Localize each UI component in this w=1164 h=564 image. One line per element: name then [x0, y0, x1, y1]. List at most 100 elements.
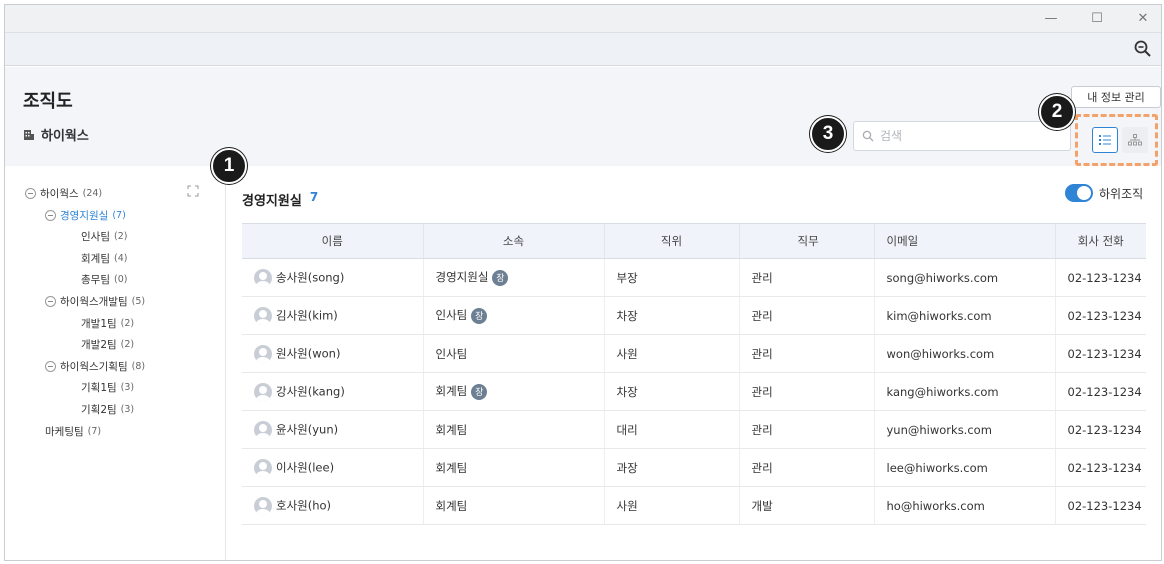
- tree-item[interactable]: 개발1팀 (2): [81, 316, 134, 331]
- cell-phone-text: 02-123-1234: [1067, 346, 1142, 361]
- cell-position-text: 차장: [616, 384, 638, 399]
- zoom-out-icon[interactable]: [1133, 39, 1153, 59]
- cell-name: 이사원(lee): [242, 448, 423, 487]
- tree-item-count: (5): [131, 296, 146, 307]
- tree-item-label: 기획1팀: [81, 382, 117, 395]
- collapse-icon[interactable]: [25, 188, 36, 199]
- cell-email-text: song@hiworks.com: [886, 270, 999, 285]
- cell-name-text: 강사원(kang): [276, 384, 345, 398]
- search-icon: [862, 130, 874, 142]
- cell-position: 부장: [603, 258, 739, 297]
- table-row[interactable]: 호사원(ho) 회계팀 사원 개발 ho@hiworks.com 02-123-1234: [242, 486, 1146, 525]
- my-info-button[interactable]: 내 정보 관리: [1071, 86, 1161, 108]
- dept-heading: 경영지원실 7: [242, 190, 318, 209]
- table-row[interactable]: 강사원(kang) 회계팀 장 차장 관리 kang@hiworks.com 02-123-…: [242, 372, 1146, 411]
- list-view-button[interactable]: [1092, 127, 1118, 153]
- cell-email-text: kang@hiworks.com: [886, 384, 999, 399]
- tree-item[interactable]: 총무팀 (0): [81, 272, 127, 287]
- cell-phone: 02-123-1234: [1054, 486, 1146, 525]
- cell-duty-text: 관리: [751, 460, 773, 475]
- tree-item[interactable]: 경영지원실 (7): [45, 208, 126, 223]
- cell-name: 윤사원(yun): [242, 410, 423, 449]
- table-row[interactable]: 김사원(kim) 인사팀 장 차장 관리 kim@hiworks.com 02-123-12…: [242, 296, 1146, 335]
- cell-email: kang@hiworks.com: [873, 372, 1055, 411]
- search-input[interactable]: [880, 129, 1050, 143]
- tree-item[interactable]: 회계팀 (4): [81, 251, 127, 266]
- cell-phone-text: 02-123-1234: [1067, 498, 1142, 513]
- column-header-duty[interactable]: 직무: [738, 223, 874, 259]
- cell-position: 사원: [603, 334, 739, 373]
- table-row[interactable]: 원사원(won) 인사팀 사원 관리 won@hiworks.com 02-123-123…: [242, 334, 1146, 373]
- app-window: — ☐ ✕ 조직도 하이웍스 내 정보 관리 검색 하이웍스 (24) 경영지원…: [4, 4, 1162, 561]
- column-header-phone[interactable]: 회사 전화: [1054, 223, 1146, 259]
- subdept-toggle[interactable]: 하위조직: [1065, 184, 1143, 202]
- cell-position-text: 대리: [616, 422, 638, 437]
- tree-item[interactable]: 마케팅팀 (7): [45, 424, 101, 439]
- member-table: 이름 소속 직위 직무 이메일 회사 전화 송사원(song) 경영지원실 장 부장 관…: [242, 223, 1146, 525]
- avatar: [254, 382, 272, 401]
- subdept-toggle-switch[interactable]: [1065, 184, 1093, 202]
- column-header-email[interactable]: 이메일: [873, 223, 1055, 259]
- chief-badge: 장: [492, 269, 509, 286]
- company-label: 하이웍스: [41, 129, 89, 144]
- tree-item-label: 기획2팀: [81, 404, 117, 416]
- table-row[interactable]: 송사원(song) 경영지원실 장 부장 관리 song@hiworks.com 02-12…: [242, 258, 1146, 297]
- org-chart-view-button[interactable]: [1122, 127, 1148, 153]
- expand-icon[interactable]: [187, 185, 199, 197]
- cell-dept: 회계팀: [422, 448, 604, 487]
- cell-name: 강사원(kang): [242, 372, 423, 411]
- cell-position-text: 사원: [616, 346, 638, 361]
- tree-item[interactable]: 개발2팀 (2): [81, 337, 134, 352]
- column-header-position[interactable]: 직위: [603, 223, 739, 259]
- cell-phone-text: 02-123-1234: [1067, 460, 1142, 475]
- member-list-panel: 경영지원실 7 하위조직 이름 소속 직위 직무 이메일 회사 전화 송사원(s…: [227, 166, 1161, 560]
- table-row[interactable]: 윤사원(yun) 회계팀 대리 관리 yun@hiworks.com 02-123-123…: [242, 410, 1146, 449]
- tree-item-count: (0): [113, 274, 128, 286]
- cell-position: 대리: [603, 410, 739, 449]
- tree-item-label: 총무팀: [81, 274, 110, 287]
- collapse-icon[interactable]: [45, 360, 56, 372]
- cell-position-text: 사원: [616, 498, 638, 513]
- tree-item-count: (4): [113, 252, 128, 264]
- subdept-toggle-label: 하위조직: [1099, 186, 1144, 201]
- tree-item-label: 하이웍스기획팀: [60, 360, 128, 373]
- callout-badge-1: 1: [211, 148, 247, 184]
- avatar: [254, 268, 272, 287]
- cell-dept-text: 인사팀: [435, 346, 468, 361]
- tree-item[interactable]: 기획1팀 (3): [81, 380, 134, 395]
- cell-dept-text: 회계팀: [435, 422, 468, 437]
- cell-email: yun@hiworks.com: [873, 410, 1055, 449]
- tree-item[interactable]: 기획2팀 (3): [81, 402, 134, 417]
- cell-duty: 관리: [738, 410, 874, 449]
- tree-item[interactable]: 인사팀 (2): [81, 229, 127, 244]
- tree-item[interactable]: 하이웍스개발팀 (5): [45, 294, 145, 309]
- collapse-icon[interactable]: [45, 209, 56, 221]
- cell-phone: 02-123-1234: [1054, 334, 1146, 373]
- cell-position: 차장: [603, 296, 739, 335]
- cell-phone: 02-123-1234: [1054, 258, 1146, 297]
- tree-item-label: 하이웍스개발팀: [60, 296, 128, 308]
- table-row[interactable]: 이사원(lee) 회계팀 과장 관리 lee@hiworks.com 02-123-123…: [242, 448, 1146, 487]
- column-header-name[interactable]: 이름: [242, 223, 423, 259]
- title-bar: — ☐ ✕: [5, 5, 1161, 32]
- column-header-dept[interactable]: 소속: [422, 223, 604, 259]
- minimize-button[interactable]: —: [1031, 5, 1071, 32]
- cell-dept-text: 경영지원실: [435, 270, 489, 285]
- callout-badge-3: 3: [810, 116, 846, 152]
- cell-email-text: yun@hiworks.com: [886, 422, 992, 437]
- cell-name-text: 원사원(won): [276, 346, 341, 360]
- cell-dept: 인사팀: [422, 334, 604, 373]
- tree-item[interactable]: 하이웍스 (24): [25, 186, 102, 201]
- search-box[interactable]: [853, 121, 1071, 151]
- cell-dept-text: 회계팀: [435, 384, 468, 399]
- close-button[interactable]: ✕: [1123, 5, 1161, 32]
- cell-email-text: ho@hiworks.com: [886, 498, 985, 513]
- collapse-icon[interactable]: [45, 296, 56, 307]
- cell-position-text: 부장: [616, 270, 638, 285]
- tree-item-label: 하이웍스: [40, 188, 79, 200]
- cell-email: won@hiworks.com: [873, 334, 1055, 373]
- callout-badge-2: 2: [1039, 94, 1075, 130]
- maximize-button[interactable]: ☐: [1077, 5, 1117, 32]
- tree-item[interactable]: 하이웍스기획팀 (8): [45, 359, 145, 374]
- tree-item-count: (2): [120, 317, 135, 329]
